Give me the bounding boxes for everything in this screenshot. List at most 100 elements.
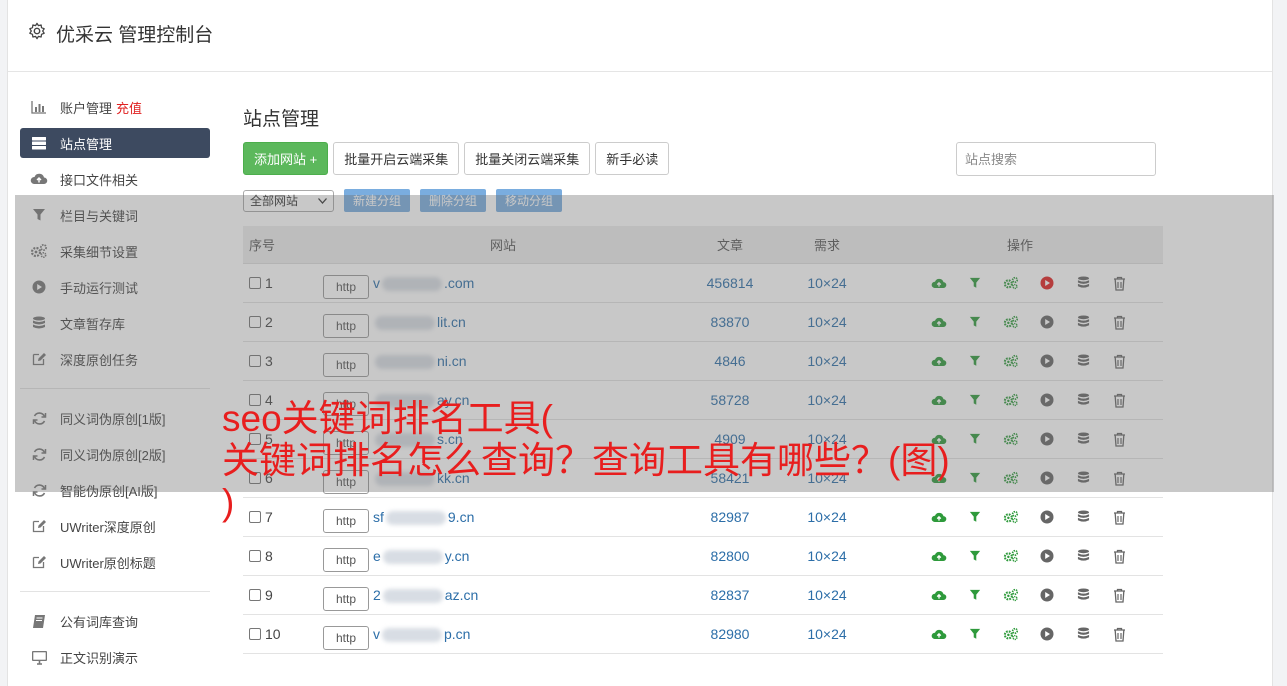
play-icon[interactable] [1029,508,1065,526]
cogs-icon[interactable] [993,313,1029,331]
play-icon[interactable] [1029,430,1065,448]
site-domain-link[interactable]: v .com [373,275,474,292]
filter-icon[interactable] [957,313,993,331]
filter-icon[interactable] [957,430,993,448]
site-domain-link[interactable]: ni.cn [373,353,467,370]
play-icon[interactable] [1029,313,1065,331]
add-site-button[interactable]: 添加网站 + [243,142,329,175]
article-count[interactable]: 83870 [683,314,777,330]
sidebar-item-3-1[interactable]: 公有词库查询 [20,606,210,636]
trash-icon[interactable] [1101,508,1137,526]
demand-value[interactable]: 10×24 [777,275,877,291]
database-icon[interactable] [1065,391,1101,409]
filter-icon[interactable] [957,586,993,604]
article-count[interactable]: 82980 [683,626,777,642]
cogs-icon[interactable] [993,508,1029,526]
trash-icon[interactable] [1101,547,1137,565]
site-domain-link[interactable]: 2 az.cn [373,587,478,604]
sidebar-item-2-5[interactable]: UWriter原创标题 [20,547,210,577]
beginner-guide-button[interactable]: 新手必读 [595,142,670,175]
trash-icon[interactable] [1101,469,1137,487]
row-checkbox[interactable] [249,277,261,289]
trash-icon[interactable] [1101,274,1137,292]
cloud-upload-icon[interactable] [921,625,957,643]
sidebar-item-1-8[interactable]: 深度原创任务 [20,344,210,374]
demand-value[interactable]: 10×24 [777,314,877,330]
filter-icon[interactable] [957,391,993,409]
trash-icon[interactable] [1101,430,1137,448]
play-icon[interactable] [1029,391,1065,409]
filter-icon[interactable] [957,547,993,565]
disable-cloud-collect-button[interactable]: 批量关闭云端采集 [464,142,591,175]
site-domain-link[interactable]: e y.cn [373,548,469,565]
protocol-badge[interactable]: http [323,314,369,338]
protocol-badge[interactable]: http [323,353,369,377]
demand-value[interactable]: 10×24 [777,626,877,642]
cloud-upload-icon[interactable] [921,274,957,292]
sidebar-item-2-3[interactable]: 智能伪原创[AI版] [20,475,210,505]
sidebar-item-3-2[interactable]: 正文识别演示 [20,642,210,672]
cogs-icon[interactable] [993,586,1029,604]
play-icon[interactable] [1029,625,1065,643]
database-icon[interactable] [1065,430,1101,448]
cloud-upload-icon[interactable] [921,352,957,370]
site-domain-link[interactable]: v p.cn [373,626,470,643]
database-icon[interactable] [1065,313,1101,331]
database-icon[interactable] [1065,469,1101,487]
database-icon[interactable] [1065,508,1101,526]
trash-icon[interactable] [1101,352,1137,370]
sidebar-item-2-2[interactable]: 同义词伪原创[2版] [20,439,210,469]
sidebar-item-1-3[interactable]: 接口文件相关 [20,164,210,194]
database-icon[interactable] [1065,274,1101,292]
sidebar-item-1-4[interactable]: 栏目与关键词 [20,200,210,230]
trash-icon[interactable] [1101,586,1137,604]
enable-cloud-collect-button[interactable]: 批量开启云端采集 [333,142,460,175]
database-icon[interactable] [1065,586,1101,604]
play-icon[interactable] [1029,469,1065,487]
delete-group-button[interactable]: 删除分组 [420,189,487,212]
sidebar-item-1-2[interactable]: 站点管理 [20,128,210,158]
play-icon[interactable] [1029,586,1065,604]
cogs-icon[interactable] [993,391,1029,409]
cogs-icon[interactable] [993,430,1029,448]
protocol-badge[interactable]: http [323,626,369,650]
filter-icon[interactable] [957,508,993,526]
row-checkbox[interactable] [249,316,261,328]
trash-icon[interactable] [1101,313,1137,331]
sidebar-item-1-5[interactable]: 采集细节设置 [20,236,210,266]
protocol-badge[interactable]: http [323,275,369,299]
demand-value[interactable]: 10×24 [777,587,877,603]
move-group-button[interactable]: 移动分组 [496,189,563,212]
database-icon[interactable] [1065,625,1101,643]
database-icon[interactable] [1065,547,1101,565]
cloud-upload-icon[interactable] [921,313,957,331]
cloud-upload-icon[interactable] [921,547,957,565]
demand-value[interactable]: 10×24 [777,548,877,564]
site-domain-link[interactable]: lit.cn [373,314,466,331]
trash-icon[interactable] [1101,391,1137,409]
cogs-icon[interactable] [993,625,1029,643]
new-group-button[interactable]: 新建分组 [344,189,411,212]
trash-icon[interactable] [1101,625,1137,643]
cloud-upload-icon[interactable] [921,586,957,604]
cogs-icon[interactable] [993,274,1029,292]
site-search-input[interactable] [956,142,1156,176]
row-checkbox[interactable] [249,589,261,601]
filter-icon[interactable] [957,469,993,487]
row-checkbox[interactable] [249,628,261,640]
database-icon[interactable] [1065,352,1101,370]
article-count[interactable]: 82800 [683,548,777,564]
sidebar-item-1-1[interactable]: 账户管理 充值 [20,92,210,122]
play-icon[interactable] [1029,352,1065,370]
play-icon[interactable] [1029,547,1065,565]
demand-value[interactable]: 10×24 [777,353,877,369]
cogs-icon[interactable] [993,352,1029,370]
row-checkbox[interactable] [249,355,261,367]
protocol-badge[interactable]: http [323,548,369,572]
sidebar-item-2-1[interactable]: 同义词伪原创[1版] [20,403,210,433]
article-count[interactable]: 4846 [683,353,777,369]
recharge-link[interactable]: 充值 [116,98,142,117]
sidebar-item-1-6[interactable]: 手动运行测试 [20,272,210,302]
article-count[interactable]: 82837 [683,587,777,603]
article-count[interactable]: 456814 [683,275,777,291]
